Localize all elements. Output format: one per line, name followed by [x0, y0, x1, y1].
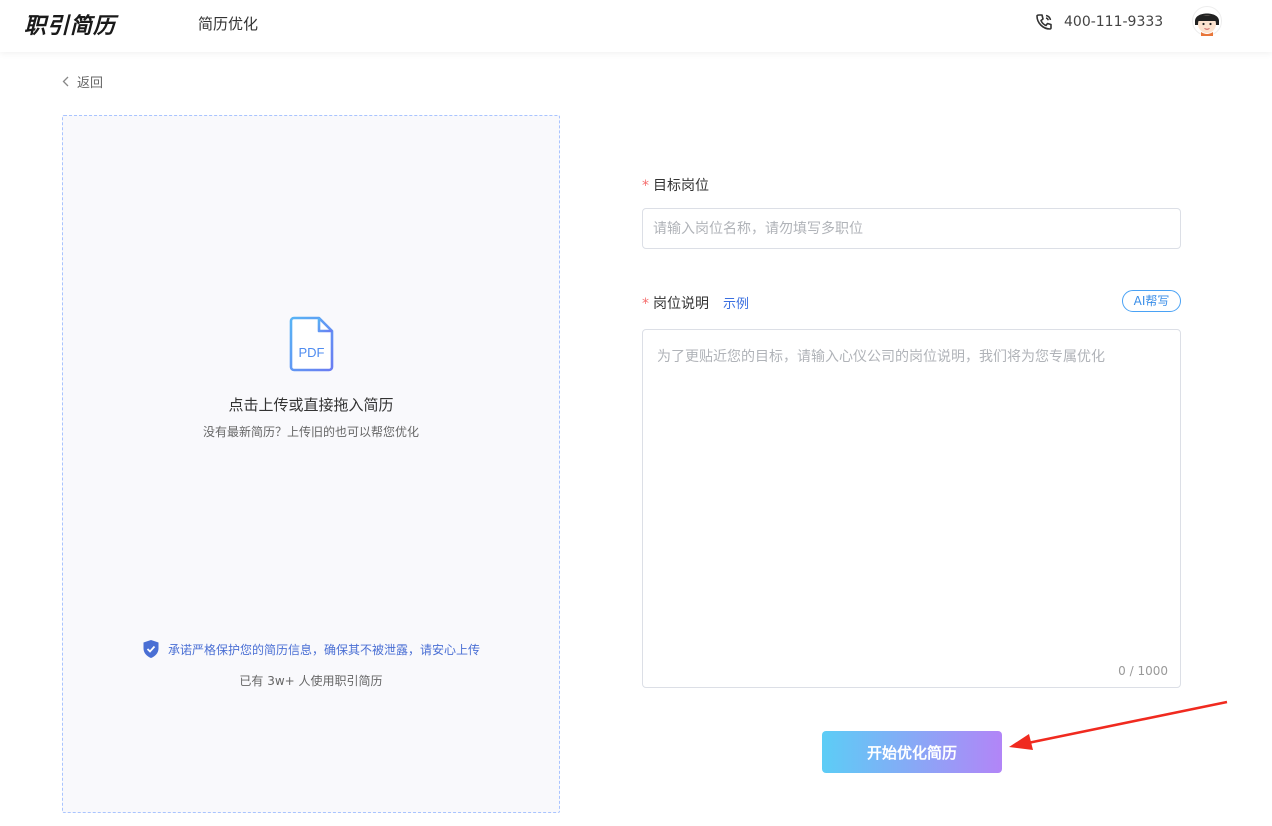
job-description-textarea[interactable]: [642, 329, 1181, 688]
phone-icon: [1036, 14, 1052, 30]
privacy-notice: 承诺严格保护您的简历信息，确保其不被泄露，请安心上传: [63, 639, 559, 659]
target-position-label-text: 目标岗位: [653, 178, 709, 194]
user-count: 已有 3w+ 人使用职引简历: [239, 674, 383, 688]
back-label: 返回: [77, 76, 104, 91]
nav-item-resume-optimize[interactable]: 简历优化: [198, 13, 258, 34]
red-arrow-annotation: [1009, 700, 1228, 750]
svg-text:PDF: PDF: [299, 345, 325, 360]
upload-title: 点击上传或直接拖入简历: [228, 396, 394, 414]
target-position-label: * 目标岗位: [642, 175, 709, 195]
target-position-input[interactable]: [642, 208, 1181, 249]
resume-upload-dropzone[interactable]: PDF 点击上传或直接拖入简历 没有最新简历？上传旧的也可以帮您优化 承诺严格保…: [62, 115, 560, 813]
pdf-file-icon: PDF: [289, 316, 334, 372]
required-mark: *: [642, 178, 649, 194]
upload-subtitle: 没有最新简历？上传旧的也可以帮您优化: [202, 425, 419, 439]
character-counter: 0 / 1000: [1118, 664, 1168, 678]
chevron-left-icon: [62, 76, 69, 87]
avatar[interactable]: [1192, 6, 1222, 36]
start-optimize-button[interactable]: 开始优化简历: [822, 731, 1002, 773]
phone-number: 400-111-9333: [1064, 14, 1164, 30]
job-description-label: * 岗位说明 示例: [642, 293, 749, 313]
back-link[interactable]: 返回: [62, 72, 103, 91]
privacy-text: 承诺严格保护您的简历信息，确保其不被泄露，请安心上传: [167, 642, 480, 657]
example-link[interactable]: 示例: [723, 297, 749, 312]
job-description-label-text: 岗位说明: [653, 296, 709, 312]
ai-write-button[interactable]: AI帮写: [1122, 290, 1181, 312]
phone-contact: 400-111-9333: [1034, 12, 1163, 32]
required-mark: *: [642, 296, 649, 312]
shield-check-icon: [143, 640, 159, 658]
brand-logo[interactable]: 职引简历: [24, 8, 116, 40]
top-header: 职引简历 简历优化 400-111-9333: [0, 0, 1272, 52]
